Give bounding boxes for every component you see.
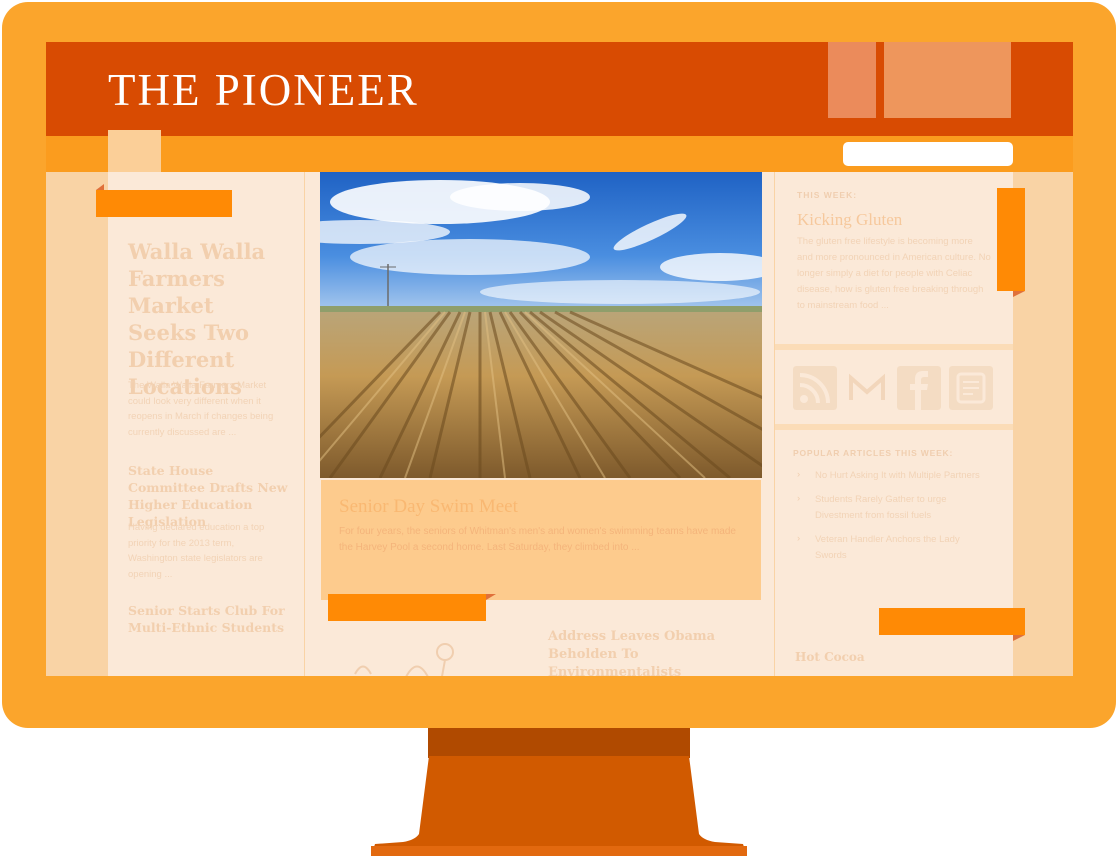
header-ad-block-large[interactable]	[884, 42, 1011, 118]
search-input[interactable]	[843, 142, 1013, 166]
website-screen: THE PIONEER Walla Walla Farmers Market S…	[46, 42, 1073, 676]
nav-bar	[46, 130, 1073, 172]
popular-article-link[interactable]: Students Rarely Gather to urge Divestmen…	[793, 491, 993, 524]
highlight-ribbon	[96, 190, 232, 217]
popular-article-link[interactable]: No Hurt Asking It with Multiple Partners	[793, 467, 993, 484]
this-week-summary: The gluten free lifestyle is becoming mo…	[797, 236, 991, 311]
popular-articles-list: No Hurt Asking It with Multiple Partners…	[793, 467, 993, 572]
story-headline[interactable]: Address Leaves Obama Beholden To Environ…	[548, 628, 728, 676]
lead-article-summary: The Walla Walla Farmers Market could loo…	[128, 380, 274, 438]
highlight-ribbon	[997, 188, 1025, 291]
featured-article-summary: For four years, the seniors of Whitman's…	[339, 526, 736, 553]
gmail-icon[interactable]	[845, 366, 889, 410]
this-week-label: THIS WEEK:	[797, 190, 858, 200]
popular-articles-label: POPULAR ARTICLES THIS WEEK:	[793, 448, 954, 458]
bookmark-icon[interactable]	[949, 366, 993, 410]
wheat-field-photo	[320, 172, 762, 478]
sidebar-divider	[775, 424, 1013, 430]
facebook-icon[interactable]	[897, 366, 941, 410]
featured-article-card[interactable]: Senior Day Swim Meet For four years, the…	[321, 480, 761, 600]
popular-article-link[interactable]: Veteran Handler Anchors the Lady Swords	[793, 531, 993, 564]
monitor-stand	[371, 756, 747, 856]
ribbon-fold	[486, 594, 496, 600]
ribbon-fold	[1013, 635, 1025, 641]
story-headline[interactable]: Hot Cocoa	[795, 650, 865, 664]
sidebar-divider	[775, 344, 1013, 350]
rss-icon[interactable]	[793, 366, 837, 410]
nav-home-tab[interactable]	[108, 130, 161, 172]
this-week-title[interactable]: Kicking Gluten	[797, 210, 902, 230]
ribbon-fold	[96, 184, 104, 190]
ribbon-fold	[1013, 291, 1025, 297]
site-title[interactable]: THE PIONEER	[108, 64, 419, 116]
story-summary: Having declared education a top priority…	[128, 522, 265, 580]
lead-article-headline[interactable]: Walla Walla Farmers Market Seeks Two Dif…	[128, 238, 288, 400]
featured-article-title[interactable]: Senior Day Swim Meet	[339, 496, 518, 518]
monitor-neck	[428, 728, 690, 758]
story-headline[interactable]: Senior Starts Club For Multi-Ethnic Stud…	[128, 602, 288, 636]
sketch-illustration	[354, 643, 454, 676]
right-sidebar: THIS WEEK: Kicking Gluten The gluten fre…	[775, 172, 1013, 676]
header-ad-block[interactable]	[828, 42, 876, 118]
this-week-box: THIS WEEK: Kicking Gluten The gluten fre…	[775, 172, 1013, 344]
hero-image[interactable]	[320, 172, 762, 478]
left-column: Walla Walla Farmers Market Seeks Two Dif…	[108, 172, 304, 676]
social-links	[793, 366, 998, 410]
monitor-frame: THE PIONEER Walla Walla Farmers Market S…	[2, 2, 1116, 728]
highlight-ribbon	[328, 594, 486, 621]
masthead: THE PIONEER	[46, 42, 1073, 136]
highlight-ribbon	[879, 608, 1025, 635]
